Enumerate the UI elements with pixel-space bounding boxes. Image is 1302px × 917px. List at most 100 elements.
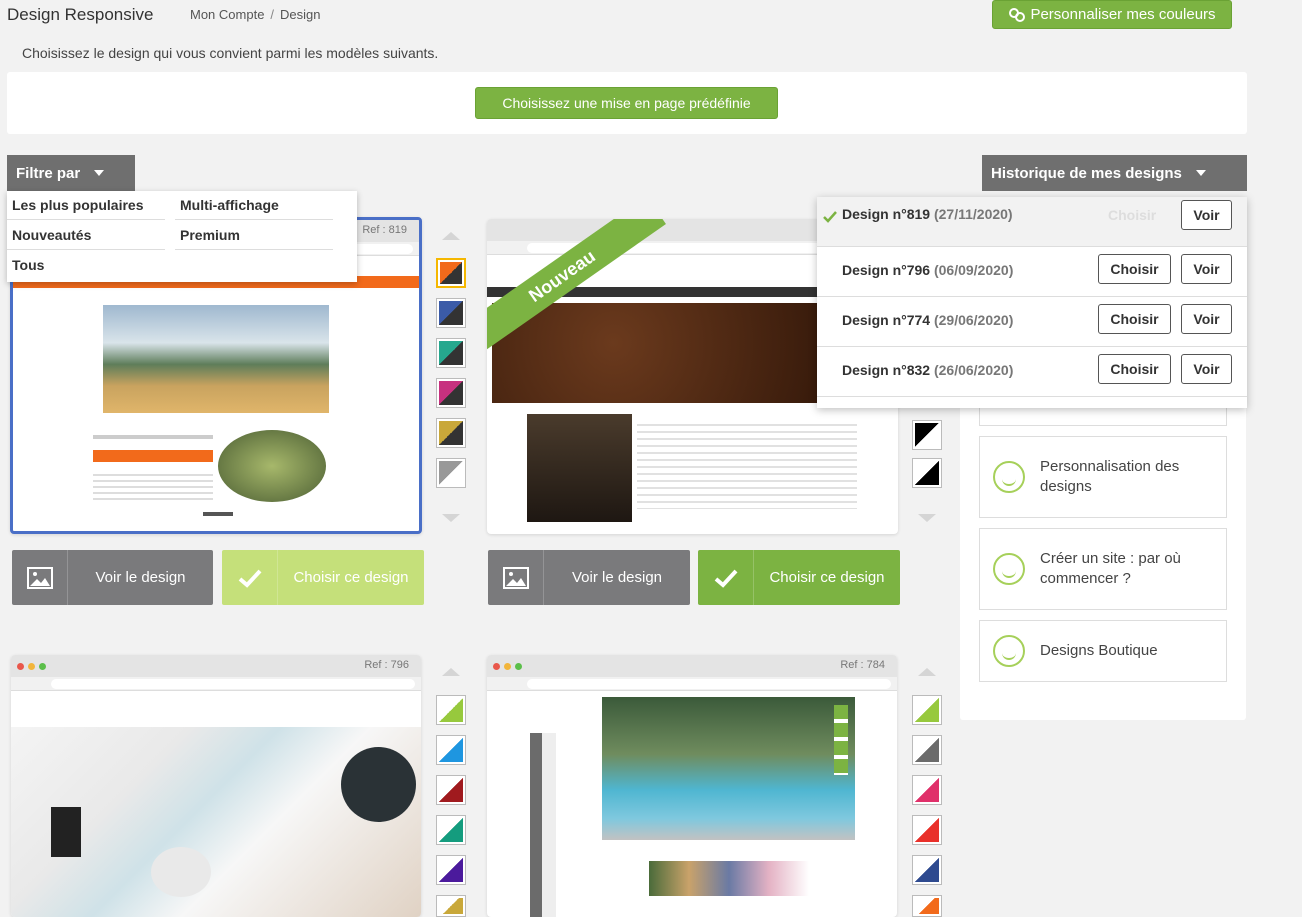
design-ref: Ref : 819 [362,224,407,236]
caret-down-icon [1195,170,1206,176]
history-view-button[interactable]: Voir [1181,354,1232,384]
sidebar-item-label: Personnalisation des designs [1040,458,1180,495]
history-choose-button[interactable]: Choisir [1098,354,1171,384]
history-design-date: (26/06/2020) [933,362,1014,378]
colors-scroll-down-icon[interactable] [918,514,936,522]
smiley-icon [993,461,1025,493]
colors-scroll-down-icon[interactable] [442,514,460,522]
history-panel: Design n°819 (27/11/2020) Choisir Voir D… [817,197,1247,408]
smiley-icon [993,635,1025,667]
history-view-button[interactable]: Voir [1181,254,1232,284]
view-design-button[interactable]: Voir le design [12,550,213,605]
color-swatch[interactable] [436,855,466,885]
customize-colors-button[interactable]: Personnaliser mes couleurs [992,0,1232,29]
filter-label: Filtre par [16,164,81,182]
sidebar-item-label: Créer un site : par où commencer ? [1040,550,1181,587]
history-choose-disabled: Choisir [1108,207,1157,223]
color-swatch[interactable] [912,895,942,917]
sidebar-item-start[interactable]: Créer un site : par où commencer ? [979,528,1227,610]
page-title: Design Responsive [7,5,154,24]
design-preview-image [218,430,326,502]
design-preview-image [602,697,855,840]
history-choose-button[interactable]: Choisir [1098,304,1171,334]
history-label: Historique de mes designs [991,164,1182,182]
smiley-icon [993,553,1025,585]
color-swatch[interactable] [912,735,942,765]
color-swatch[interactable] [912,420,942,450]
design-card-796[interactable]: Ref : 796 [11,655,421,917]
color-swatch[interactable] [436,378,466,408]
design-ref: Ref : 796 [364,659,409,671]
choose-design-label: Choisir ce design [277,550,424,605]
history-design-date: (06/09/2020) [933,262,1014,278]
choose-design-label: Choisir ce design [753,550,900,605]
browser-bar: Ref : 784 [487,655,897,677]
history-choose-button[interactable]: Choisir [1098,254,1171,284]
colors-scroll-up-icon[interactable] [918,668,936,676]
filter-item-multi[interactable]: Multi-affichage [175,191,333,220]
history-row: Design n°774 (29/06/2020) Choisir Voir [817,297,1247,347]
view-design-button[interactable]: Voir le design [488,550,690,605]
color-swatch[interactable] [436,815,466,845]
filter-item-all[interactable]: Tous [7,251,165,279]
browser-bar: Ref : 796 [11,655,421,677]
color-swatch[interactable] [436,458,466,488]
sidebar-item-shop[interactable]: Designs Boutique [979,620,1227,682]
choose-design-button[interactable]: Choisir ce design [698,550,900,605]
design-card-784[interactable]: Ref : 784 [487,655,897,917]
color-swatch[interactable] [436,695,466,725]
color-swatch[interactable] [912,775,942,805]
color-swatch[interactable] [912,458,942,488]
color-swatch[interactable] [436,735,466,765]
view-design-label: Voir le design [67,550,213,605]
color-swatch[interactable] [912,815,942,845]
filter-menu: Les plus populaires Multi-affichage Nouv… [7,191,357,282]
color-swatch[interactable] [436,775,466,805]
design-preview-image [11,727,421,917]
choose-design-button[interactable]: Choisir ce design [222,550,424,605]
filter-item-premium[interactable]: Premium [175,221,333,250]
history-design-name: Design n°774 [842,312,931,328]
sidebar-item-label: Designs Boutique [1040,642,1158,659]
color-swatch[interactable] [436,258,466,288]
colors-scroll-up-icon[interactable] [442,668,460,676]
history-design-name: Design n°796 [842,262,931,278]
image-icon [502,566,529,589]
color-swatch[interactable] [436,895,466,917]
filter-item-popular[interactable]: Les plus populaires [7,191,165,220]
view-design-label: Voir le design [543,550,690,605]
link-icon [1009,7,1026,22]
color-swatch[interactable] [912,695,942,725]
intro-text: Choisissez le design qui vous convient p… [22,45,439,61]
history-dropdown[interactable]: Historique de mes designs [982,155,1247,191]
history-view-button[interactable]: Voir [1181,304,1232,334]
color-swatch[interactable] [436,418,466,448]
history-design-name: Design n°819 [842,206,931,222]
history-design-name: Design n°832 [842,362,931,378]
customize-colors-label: Personnaliser mes couleurs [1030,6,1216,23]
history-view-button[interactable]: Voir [1181,200,1232,230]
breadcrumb-mon-compte[interactable]: Mon Compte [190,7,264,22]
history-row: Design n°796 (06/09/2020) Choisir Voir [817,247,1247,297]
history-row: Design n°832 (26/06/2020) Choisir Voir [817,347,1247,397]
breadcrumb-design: Design [280,7,321,22]
design-preview-image [103,305,329,413]
color-swatch[interactable] [912,855,942,885]
color-swatch[interactable] [436,298,466,328]
predefined-layout-button[interactable]: Choisissez une mise en page prédéfinie [475,87,778,119]
filter-item-new[interactable]: Nouveautés [7,221,165,250]
breadcrumb: Mon Compte / Design [190,7,321,22]
design-ref: Ref : 784 [840,659,885,671]
color-swatch[interactable] [436,338,466,368]
check-icon [823,211,837,223]
history-design-date: (27/11/2020) [933,206,1013,222]
filter-dropdown[interactable]: Filtre par [7,155,135,191]
colors-scroll-up-icon[interactable] [442,232,460,240]
history-row: Design n°819 (27/11/2020) Choisir Voir [817,197,1247,247]
sidebar-item-personalisation[interactable]: Personnalisation des designs [979,436,1227,518]
image-icon [26,566,53,589]
caret-down-icon [94,170,105,176]
check-icon [238,569,261,588]
history-design-date: (29/06/2020) [933,312,1014,328]
check-icon [714,569,737,588]
